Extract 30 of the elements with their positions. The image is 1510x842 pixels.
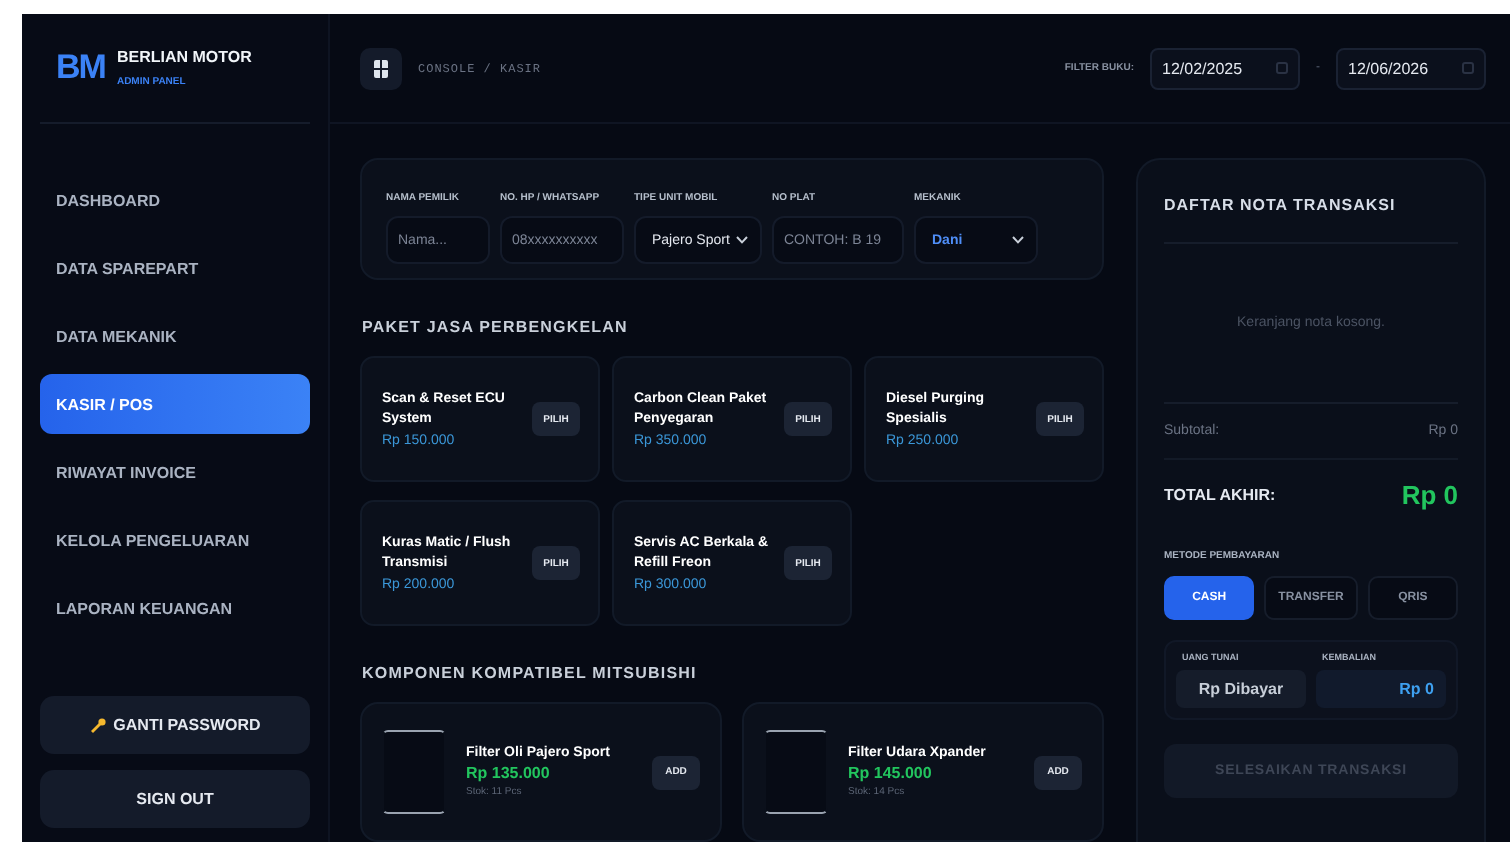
date-field[interactable]: 12/02/2025 xyxy=(1150,47,1300,89)
part-price: Rp 135.000 xyxy=(466,764,552,782)
nav-item[interactable]: DASHBOARD xyxy=(40,170,310,230)
part-thumbnail xyxy=(764,730,828,814)
key-icon xyxy=(89,717,106,733)
cash-input-field[interactable]: Rp Dibayar xyxy=(1176,670,1306,708)
chevron-down-icon xyxy=(1012,236,1024,244)
nav-item[interactable]: LAPORAN KEUANGAN xyxy=(40,578,310,638)
nav-item[interactable]: KELOLA PENGELUARAN xyxy=(40,510,310,570)
nav-item[interactable]: KASIR / POS xyxy=(40,374,310,434)
nav-item[interactable]: RIWAYAT INVOICE xyxy=(40,442,310,502)
sign-out-button[interactable]: SIGN OUT xyxy=(40,770,310,828)
panel-title: DAFTAR NOTA TRANSAKSI xyxy=(1164,196,1458,244)
grid-icon[interactable] xyxy=(360,47,402,89)
nav-item[interactable]: DATA MEKANIK xyxy=(40,306,310,366)
brand-logo: BM xyxy=(56,48,105,88)
part-thumbnail xyxy=(382,730,446,814)
section-title: PAKET JASA PERBENGKELAN xyxy=(362,318,630,336)
calendar-icon[interactable] xyxy=(1276,62,1288,74)
total-label: TOTAL AKHIR: xyxy=(1164,486,1276,504)
total-value: Rp 0 xyxy=(1401,480,1458,510)
date-field[interactable]: 12/06/2026 xyxy=(1336,47,1486,89)
section-title: KOMPONEN KOMPATIBEL MITSUBISHI xyxy=(362,664,699,682)
calendar-icon[interactable] xyxy=(1462,62,1474,74)
chevron-down-icon xyxy=(736,236,748,244)
brand-title: BERLIAN MOTOR xyxy=(116,48,252,66)
nav-item[interactable]: DATA SPAREPART xyxy=(40,238,310,298)
change-password-button[interactable]: GANTI PASSWORD xyxy=(40,696,310,754)
part-price: Rp 145.000 xyxy=(848,764,934,782)
change-value: Rp 0 xyxy=(1316,670,1446,708)
